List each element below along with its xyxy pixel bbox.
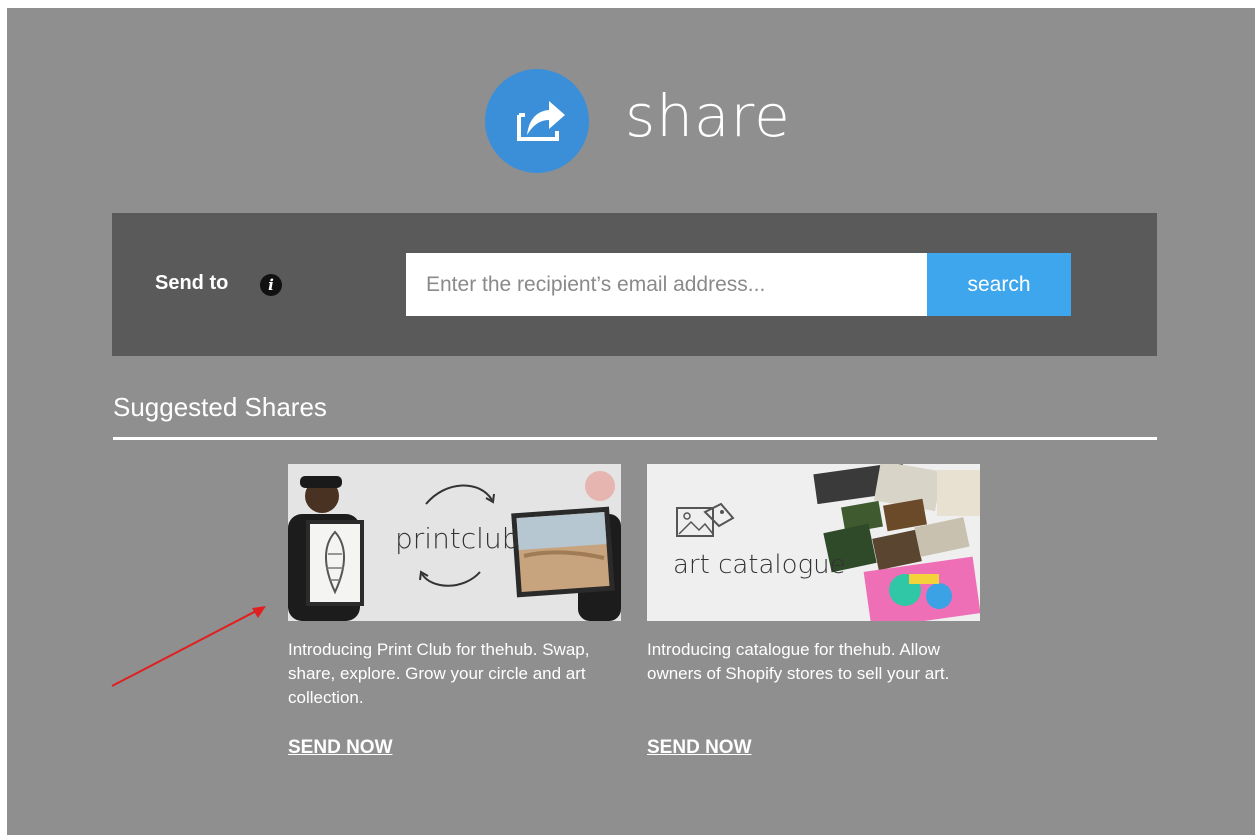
- section-title: Suggested Shares: [113, 392, 327, 422]
- card-description: Introducing catalogue for thehub. Allow …: [647, 640, 950, 683]
- printclub-image-text: printclub: [395, 522, 520, 555]
- art-catalogue-image-text: art catalogue: [673, 550, 846, 580]
- send-now-link[interactable]: SEND NOW: [288, 737, 393, 759]
- section-divider: [113, 437, 1157, 440]
- art-catalogue-image[interactable]: art catalogue: [647, 464, 980, 621]
- send-now-link[interactable]: SEND NOW: [647, 737, 752, 759]
- share-icon: [485, 69, 589, 173]
- search-button[interactable]: search: [927, 253, 1071, 316]
- card-description: Introducing Print Club for thehub. Swap,…: [288, 640, 590, 707]
- recipient-email-input[interactable]: [406, 253, 927, 316]
- annotation-arrow-icon: [111, 606, 266, 687]
- app-title: share: [625, 82, 791, 150]
- info-icon[interactable]: i: [260, 274, 282, 296]
- send-to-label: Send to: [155, 272, 229, 294]
- printclub-image[interactable]: printclub: [288, 464, 621, 621]
